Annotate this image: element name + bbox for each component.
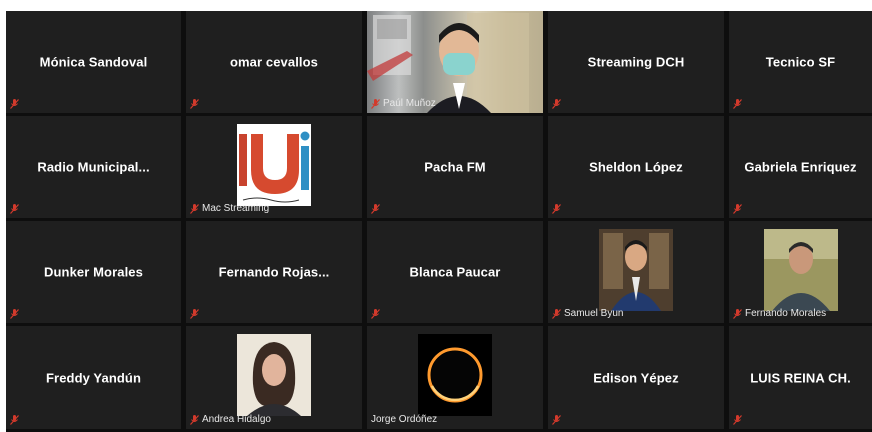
tile-footer	[552, 204, 561, 214]
profile-photo-graphic	[763, 229, 838, 311]
participant-name: Fernando Morales	[745, 308, 827, 319]
muted-mic-icon	[733, 415, 742, 425]
tile-footer	[733, 204, 742, 214]
tile-footer	[10, 309, 19, 319]
participant-tile[interactable]: Jorge Ordóñez	[367, 326, 543, 429]
participant-name: Edison Yépez	[593, 370, 679, 385]
profile-photo-graphic	[599, 229, 673, 311]
muted-mic-icon	[733, 99, 742, 109]
participant-name: Gabriela Enriquez	[744, 159, 857, 175]
profile-photo-graphic	[237, 334, 311, 416]
tile-footer	[371, 204, 380, 214]
eclipse-graphic	[418, 334, 492, 416]
participant-name: Mac Streaming	[202, 203, 270, 214]
tile-footer	[190, 99, 199, 109]
profile-photo	[237, 334, 311, 416]
muted-mic-icon	[371, 204, 380, 214]
tile-footer: Samuel Byun	[552, 308, 623, 319]
ui-logo-graphic	[237, 124, 311, 206]
participant-tile[interactable]: Andrea Hidalgo	[186, 326, 362, 429]
tile-footer: Mac Streaming	[190, 203, 269, 214]
participant-tile[interactable]: Fernando Morales	[729, 221, 872, 323]
muted-mic-icon	[190, 414, 199, 425]
muted-mic-icon	[552, 204, 561, 214]
participant-tile[interactable]: Fernando Rojas...	[186, 221, 362, 323]
participant-name: Andrea Hidalgo	[202, 414, 271, 425]
tile-footer	[552, 99, 561, 109]
participant-name: Streaming DCH	[587, 54, 685, 70]
muted-mic-icon	[190, 309, 199, 319]
muted-mic-icon	[552, 415, 561, 425]
participant-name: Tecnico SF	[765, 54, 836, 70]
participant-name: Samuel Byun	[564, 308, 624, 319]
participant-tile[interactable]: Pacha FM	[367, 116, 543, 218]
tile-footer	[190, 309, 199, 319]
muted-mic-icon	[190, 99, 199, 109]
muted-mic-icon	[552, 308, 561, 319]
muted-mic-icon	[552, 99, 561, 109]
participant-name: Radio Municipal...	[37, 159, 150, 175]
profile-photo	[599, 229, 673, 311]
participant-name: Fernando Rojas...	[218, 264, 330, 280]
muted-mic-icon	[190, 203, 199, 214]
tile-footer	[10, 204, 19, 214]
participant-name: Freddy Yandún	[46, 370, 141, 385]
participant-tile[interactable]: Blanca Paucar	[367, 221, 543, 323]
participant-tile[interactable]: Sheldon López	[548, 116, 724, 218]
tile-footer	[371, 309, 380, 319]
participant-name: Dunker Morales	[44, 264, 143, 280]
profile-photo	[763, 229, 838, 311]
profile-photo	[418, 334, 492, 416]
tile-footer	[552, 415, 561, 425]
tile-footer	[10, 99, 19, 109]
participant-name: Jorge Ordóñez	[371, 414, 438, 425]
participant-name: Mónica Sandoval	[39, 54, 148, 70]
participant-name: omar cevallos	[229, 54, 318, 70]
participant-tile[interactable]: Mónica Sandoval	[6, 11, 181, 113]
participant-tile[interactable]: Samuel Byun	[548, 221, 724, 323]
tile-footer: Fernando Morales	[733, 308, 826, 319]
participant-name: Paúl Muñoz	[383, 98, 436, 109]
muted-mic-icon	[371, 98, 380, 109]
gallery-grid: Mónica Sandoval omar cevallos Paúl Muñoz…	[6, 11, 872, 432]
participant-tile[interactable]: Radio Municipal...	[6, 116, 181, 218]
tile-footer	[733, 99, 742, 109]
participant-tile[interactable]: Freddy Yandún	[6, 326, 181, 429]
participant-tile[interactable]: Mac Streaming	[186, 116, 362, 218]
muted-mic-icon	[733, 308, 742, 319]
participant-name: Blanca Paucar	[409, 264, 501, 280]
participant-tile[interactable]: Streaming DCH	[548, 11, 724, 113]
tile-footer	[733, 415, 742, 425]
muted-mic-icon	[10, 204, 19, 214]
tile-footer: Paúl Muñoz	[371, 98, 436, 109]
participant-tile[interactable]: Edison Yépez	[548, 326, 724, 429]
participant-name: LUIS REINA CH.	[750, 370, 851, 385]
participant-tile[interactable]: Tecnico SF	[729, 11, 872, 113]
participant-tile[interactable]: LUIS REINA CH.	[729, 326, 872, 429]
participant-tile[interactable]: omar cevallos	[186, 11, 362, 113]
muted-mic-icon	[10, 415, 19, 425]
participant-name: Sheldon López	[589, 159, 683, 175]
participant-video-tile[interactable]: Paúl Muñoz	[367, 11, 543, 113]
muted-mic-icon	[10, 99, 19, 109]
muted-mic-icon	[371, 309, 380, 319]
tile-footer: Jorge Ordóñez	[371, 414, 437, 425]
muted-mic-icon	[10, 309, 19, 319]
tile-footer	[10, 415, 19, 425]
participant-name: Pacha FM	[424, 159, 486, 175]
participant-tile[interactable]: Gabriela Enriquez	[729, 116, 872, 218]
muted-mic-icon	[733, 204, 742, 214]
profile-logo	[237, 124, 311, 206]
tile-footer: Andrea Hidalgo	[190, 414, 271, 425]
participant-tile[interactable]: Dunker Morales	[6, 221, 181, 323]
